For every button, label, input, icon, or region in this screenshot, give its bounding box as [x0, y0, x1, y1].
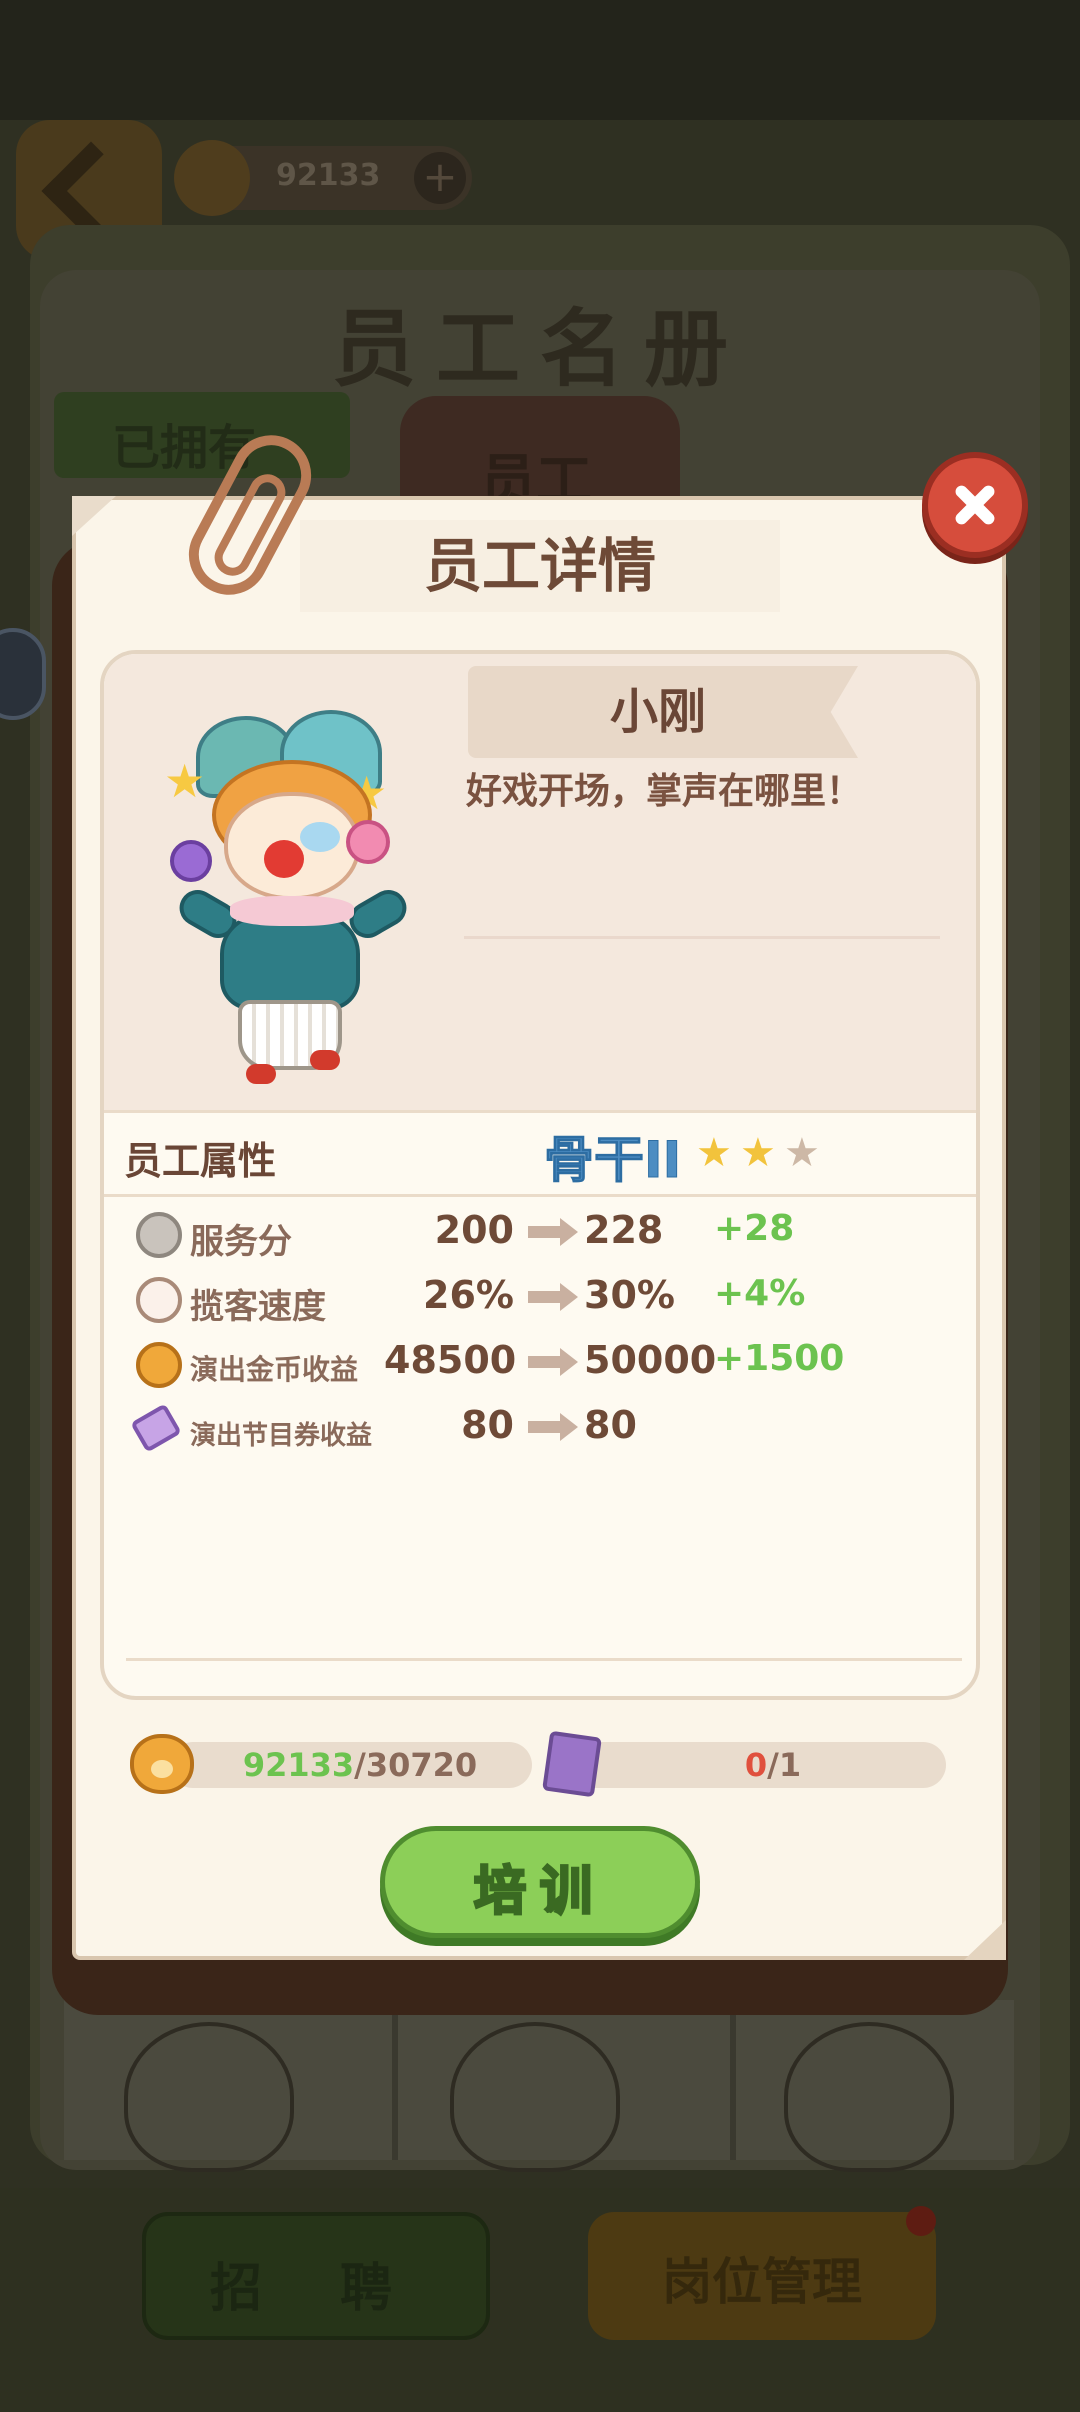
candy-icon: [346, 820, 390, 864]
stat-current: 200: [434, 1208, 514, 1252]
coin-have: 92133: [242, 1746, 355, 1784]
ticket-icon: [130, 1403, 182, 1453]
recruit-button[interactable]: 招 聘: [142, 2212, 490, 2340]
arrow-right-icon: [528, 1283, 578, 1311]
staff-card[interactable]: [784, 2022, 954, 2172]
top-bar: [0, 0, 1080, 120]
paw-coin-icon: [130, 1734, 194, 1794]
coin-need: /30720: [354, 1746, 478, 1784]
dialog-title: 员工详情: [300, 520, 780, 612]
stat-increase: +28: [714, 1208, 795, 1249]
book-cost-text: 0/1: [600, 1742, 946, 1788]
staff-card[interactable]: [124, 2022, 294, 2172]
staff-card[interactable]: [450, 2022, 620, 2172]
add-coin-button[interactable]: +: [414, 152, 466, 204]
stat-next: 30%: [584, 1273, 675, 1317]
staff-motto: 好戏开场，掌声在哪里！: [466, 771, 863, 812]
collar: [230, 896, 354, 926]
star-icon: ★: [164, 754, 206, 808]
coin-count: 92133: [276, 158, 381, 193]
stat-next: 80: [584, 1403, 637, 1447]
stat-row-speed: 揽客速度 26% 30% +4%: [136, 1269, 856, 1329]
stat-label: 演出金币收益: [190, 1353, 359, 1386]
stat-label: 演出节目券收益: [190, 1421, 373, 1451]
post-manage-button[interactable]: 岗位管理: [588, 2212, 936, 2340]
train-button-label: 培训: [472, 1861, 606, 1924]
roster-title: 员工名册: [331, 300, 748, 398]
side-chat-icon[interactable]: [0, 628, 46, 720]
book-have: 0: [744, 1746, 768, 1784]
stat-next: 228: [584, 1208, 664, 1252]
divider: [104, 1110, 976, 1113]
clown-nose: [264, 840, 304, 878]
service-bell-icon: [136, 1212, 182, 1258]
arrow-right-icon: [528, 1348, 578, 1376]
card-divider: [392, 2000, 398, 2160]
stat-increase: +1500: [714, 1338, 845, 1379]
paw-glove-icon: [136, 1277, 182, 1323]
paw-coin-icon: [136, 1342, 182, 1388]
training-book-icon: [542, 1730, 602, 1798]
clown-character-portrait: ★ ★: [160, 700, 420, 1090]
rank-star-icon: ★: [696, 1130, 732, 1176]
stat-row-service: 服务分 200 228 +28: [136, 1204, 856, 1264]
attributes-title: 员工属性: [124, 1139, 277, 1183]
staff-name: 小刚: [609, 684, 706, 740]
stat-label: 揽客速度: [190, 1287, 326, 1327]
post-manage-label: 岗位管理: [662, 2253, 862, 2311]
shoe: [310, 1050, 340, 1070]
arrow-right-icon: [528, 1413, 578, 1441]
recruit-label: 招 聘: [209, 2259, 423, 2319]
rank-star-empty-icon: ★: [784, 1130, 820, 1176]
costume-body: [220, 914, 360, 1010]
stat-label: 服务分: [190, 1222, 292, 1262]
motto-underline: [464, 936, 940, 939]
train-button[interactable]: 培训: [380, 1826, 700, 1938]
stat-next: 50000: [584, 1338, 717, 1382]
stat-row-coin-income: 演出金币收益 48500 50000 +1500: [136, 1334, 856, 1394]
coin-counter: 92133 +: [174, 140, 472, 216]
stat-current: 48500: [384, 1338, 517, 1382]
shoe: [246, 1064, 276, 1084]
stat-increase: +4%: [714, 1273, 806, 1314]
arrow-right-icon: [528, 1218, 578, 1246]
rank-star-icon: ★: [740, 1130, 776, 1176]
divider: [104, 1194, 976, 1197]
close-button[interactable]: [922, 452, 1028, 558]
notification-dot: [906, 2206, 936, 2236]
card-divider: [730, 2000, 736, 2160]
eye-paint: [300, 822, 340, 852]
paw-coin-icon: [174, 140, 250, 216]
book-need: /1: [767, 1746, 802, 1784]
stat-current: 80: [461, 1403, 514, 1447]
rank-badge: 骨干II: [543, 1131, 682, 1190]
lollipop-icon: [170, 840, 212, 882]
divider: [126, 1658, 962, 1661]
stat-current: 26%: [423, 1273, 514, 1317]
stat-row-ticket-income: 演出节目券收益 80 80: [130, 1399, 856, 1459]
coin-cost-text: 92133/30720: [200, 1742, 520, 1788]
